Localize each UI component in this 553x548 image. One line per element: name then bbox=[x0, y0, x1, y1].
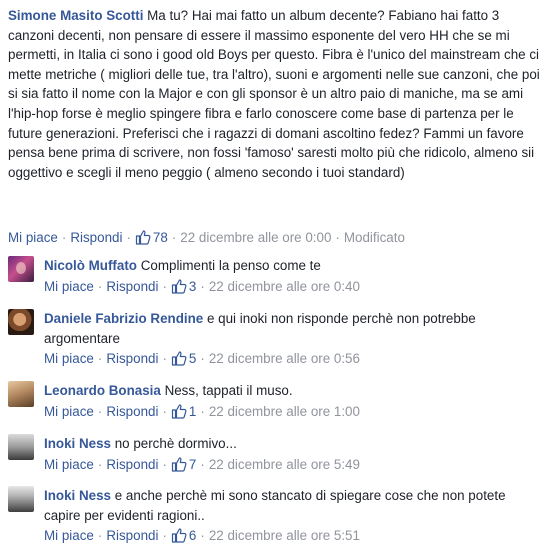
reply-button[interactable]: Rispondi bbox=[106, 351, 158, 366]
reply-content: Inoki Ness no perchè dormivo... Mi piace… bbox=[44, 434, 544, 474]
reply-author[interactable]: Nicolò Muffato bbox=[44, 258, 137, 273]
separator-dot: · bbox=[97, 351, 103, 367]
reply-content: Nicolò Muffato Complimenti la penso come… bbox=[44, 256, 544, 296]
separator-dot: · bbox=[162, 351, 167, 367]
avatar[interactable] bbox=[8, 486, 34, 512]
reply-text: Complimenti la penso come te bbox=[140, 258, 321, 273]
reply-timestamp[interactable]: 22 dicembre alle ore 5:49 bbox=[209, 457, 360, 472]
reply-actions: Mi piace · Rispondi · 1 · 22 dicembre alle ore… bbox=[44, 403, 544, 421]
reply-content: Leonardo Bonasia Ness, tappati il muso. … bbox=[44, 381, 544, 421]
reply-text: e anche perchè mi sono stancato di spieg… bbox=[44, 488, 506, 523]
thumbs-up-icon bbox=[135, 230, 151, 245]
separator-dot: · bbox=[162, 278, 167, 294]
separator-dot: · bbox=[97, 403, 103, 419]
thumbs-up-icon bbox=[171, 403, 187, 419]
avatar[interactable] bbox=[8, 256, 34, 282]
avatar-face bbox=[16, 262, 26, 274]
reply-button[interactable]: Rispondi bbox=[106, 457, 158, 472]
reply-content: Daniele Fabrizio Rendine e qui inoki non… bbox=[44, 309, 544, 368]
reply-content: Inoki Ness e anche perchè mi sono stanca… bbox=[44, 486, 544, 545]
like-button[interactable]: Mi piace bbox=[44, 404, 94, 419]
like-count[interactable]: 3 bbox=[171, 279, 196, 294]
thumbs-up-icon bbox=[171, 351, 187, 366]
separator-dot: · bbox=[200, 278, 205, 294]
separator-dot: · bbox=[200, 528, 205, 544]
reply-button[interactable]: Rispondi bbox=[70, 230, 122, 245]
reply-timestamp[interactable]: 22 dicembre alle ore 0:56 bbox=[209, 351, 360, 366]
like-count[interactable]: 1 bbox=[171, 404, 196, 419]
like-button[interactable]: Mi piace bbox=[44, 457, 94, 472]
separator-dot: · bbox=[97, 528, 103, 544]
reply-actions: Mi piace · Rispondi · 5 · 22 dicembre alle ore… bbox=[44, 350, 544, 368]
reply-timestamp[interactable]: 22 dicembre alle ore 1:00 bbox=[209, 404, 360, 419]
comment-actions: Mi piace · Rispondi · 78 · 22 dicembre alle or… bbox=[8, 229, 405, 247]
reply-author[interactable]: Daniele Fabrizio Rendine bbox=[44, 311, 203, 326]
comment-author[interactable]: Simone Masito Scotti bbox=[8, 8, 143, 23]
reply-author[interactable]: Inoki Ness bbox=[44, 488, 111, 503]
like-count[interactable]: 6 bbox=[171, 528, 196, 543]
separator-dot: · bbox=[335, 230, 340, 245]
reply-author[interactable]: Inoki Ness bbox=[44, 436, 111, 451]
separator-dot: · bbox=[126, 230, 131, 245]
separator-dot: · bbox=[162, 528, 167, 544]
like-count-value: 78 bbox=[152, 230, 168, 245]
reply-actions: Mi piace · Rispondi · 6 · 22 dicembre alle ore… bbox=[44, 527, 544, 545]
like-button[interactable]: Mi piace bbox=[44, 528, 94, 543]
separator-dot: · bbox=[97, 278, 103, 294]
comment-timestamp[interactable]: 22 dicembre alle ore 0:00 bbox=[180, 230, 331, 245]
edited-label[interactable]: Modificato bbox=[344, 230, 405, 245]
separator-dot: · bbox=[200, 456, 205, 472]
like-count[interactable]: 7 bbox=[171, 457, 196, 472]
top-comment: Simone Masito Scotti Ma tu? Hai mai fatt… bbox=[8, 6, 545, 182]
avatar[interactable] bbox=[8, 381, 34, 407]
reply-button[interactable]: Rispondi bbox=[106, 528, 158, 543]
separator-dot: · bbox=[162, 403, 167, 419]
reply-author[interactable]: Leonardo Bonasia bbox=[44, 383, 161, 398]
avatar[interactable] bbox=[8, 434, 34, 460]
reply-text: no perchè dormivo... bbox=[114, 436, 237, 451]
reply-timestamp[interactable]: 22 dicembre alle ore 0:40 bbox=[209, 279, 360, 294]
thumbs-up-icon bbox=[171, 456, 187, 472]
reply-timestamp[interactable]: 22 dicembre alle ore 5:51 bbox=[209, 528, 360, 543]
reply-text: Ness, tappati il muso. bbox=[164, 383, 293, 398]
separator-dot: · bbox=[171, 230, 177, 245]
separator-dot: · bbox=[162, 456, 167, 472]
reply-actions: Mi piace · Rispondi · 3 · 22 dicembre alle ore… bbox=[44, 278, 544, 296]
separator-dot: · bbox=[61, 230, 67, 245]
like-count[interactable]: 5 bbox=[171, 351, 196, 366]
thumbs-up-icon bbox=[171, 278, 187, 294]
like-button[interactable]: Mi piace bbox=[8, 230, 58, 245]
comment-text: Ma tu? Hai mai fatto un album decente? F… bbox=[8, 8, 540, 180]
like-button[interactable]: Mi piace bbox=[44, 351, 94, 366]
separator-dot: · bbox=[200, 351, 205, 367]
reply-button[interactable]: Rispondi bbox=[106, 279, 158, 294]
reply-actions: Mi piace · Rispondi · 7 · 22 dicembre alle ore… bbox=[44, 456, 544, 474]
separator-dot: · bbox=[97, 456, 103, 472]
like-count[interactable]: 78 bbox=[135, 230, 168, 245]
separator-dot: · bbox=[200, 403, 205, 419]
thumbs-up-icon bbox=[171, 528, 187, 543]
like-button[interactable]: Mi piace bbox=[44, 279, 94, 294]
avatar[interactable] bbox=[8, 309, 34, 335]
reply-button[interactable]: Rispondi bbox=[106, 404, 158, 419]
